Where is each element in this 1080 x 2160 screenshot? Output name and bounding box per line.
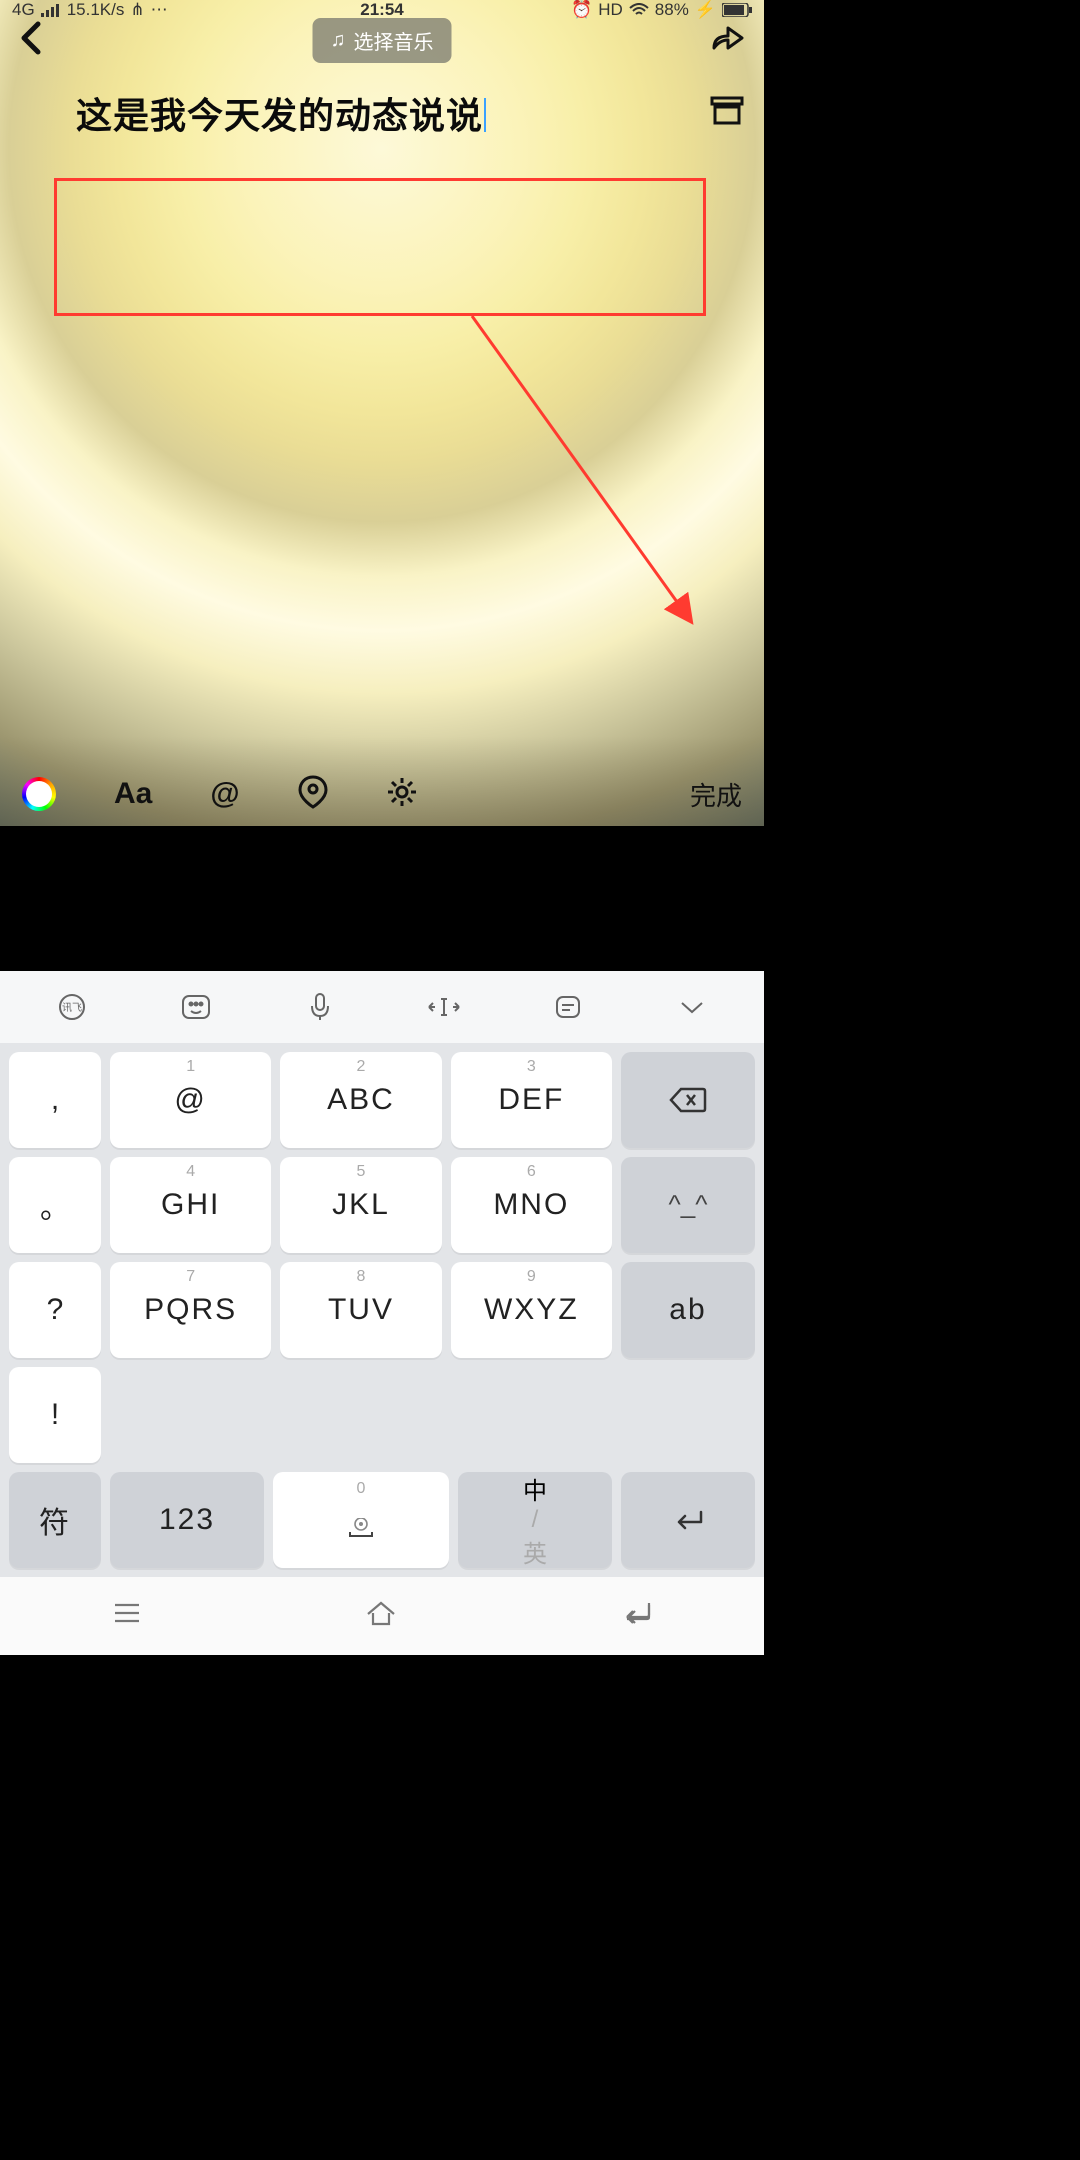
keyboard-toolbar: 讯飞 bbox=[0, 971, 764, 1043]
key-question[interactable]: ? bbox=[9, 1262, 101, 1358]
share-button[interactable] bbox=[710, 22, 746, 59]
key-exclaim[interactable]: ! bbox=[9, 1367, 101, 1463]
key-1-at[interactable]: 1@ bbox=[110, 1052, 271, 1148]
font-button[interactable]: Aa bbox=[114, 777, 152, 811]
system-navbar bbox=[0, 1577, 764, 1655]
svg-text:讯飞: 讯飞 bbox=[62, 1002, 82, 1014]
ime-logo-icon[interactable]: 讯飞 bbox=[51, 992, 93, 1022]
hide-keyboard-icon[interactable] bbox=[671, 999, 713, 1015]
keyboard: 讯飞 , 1@ 2ABC 3DEF 。 4GHI 5JKL 6MNO ^_^ ?… bbox=[0, 971, 764, 1655]
select-music-button[interactable]: ♫ 选择音乐 bbox=[313, 18, 452, 63]
key-period[interactable]: 。 bbox=[9, 1157, 101, 1253]
key-5-jkl[interactable]: 5JKL bbox=[280, 1157, 441, 1253]
key-space[interactable]: 0 bbox=[273, 1472, 449, 1568]
cursor-move-icon[interactable] bbox=[423, 995, 465, 1019]
key-ab[interactable]: ab bbox=[621, 1262, 755, 1358]
post-text-editor[interactable]: 这是我今天发的动态说说 bbox=[0, 61, 764, 145]
key-4-ghi[interactable]: 4GHI bbox=[110, 1157, 271, 1253]
nav-home-button[interactable] bbox=[364, 1600, 398, 1631]
text-cursor bbox=[484, 98, 486, 132]
key-9-wxyz[interactable]: 9WXYZ bbox=[451, 1262, 612, 1358]
key-emoticon[interactable]: ^_^ bbox=[621, 1157, 755, 1253]
clock: 21:54 bbox=[0, 0, 764, 20]
key-6-mno[interactable]: 6MNO bbox=[451, 1157, 612, 1253]
key-language[interactable]: 中/英 bbox=[458, 1472, 612, 1568]
nav-menu-button[interactable] bbox=[111, 1601, 143, 1630]
post-text: 这是我今天发的动态说说 bbox=[76, 95, 483, 136]
key-backspace[interactable] bbox=[621, 1052, 755, 1148]
key-comma[interactable]: , bbox=[9, 1052, 101, 1148]
key-8-tuv[interactable]: 8TUV bbox=[280, 1262, 441, 1358]
settings-button[interactable] bbox=[386, 776, 418, 813]
music-icon: ♫ bbox=[331, 29, 346, 52]
voice-input-icon[interactable] bbox=[299, 992, 341, 1022]
key-symbols[interactable]: 符 bbox=[9, 1472, 101, 1568]
key-enter[interactable] bbox=[621, 1472, 755, 1568]
back-button[interactable] bbox=[18, 20, 44, 61]
clipboard-icon[interactable] bbox=[547, 994, 589, 1020]
select-music-label: 选择音乐 bbox=[354, 26, 434, 55]
color-picker-button[interactable] bbox=[22, 777, 56, 811]
location-button[interactable] bbox=[298, 775, 328, 814]
key-7-pqrs[interactable]: 7PQRS bbox=[110, 1262, 271, 1358]
done-button[interactable]: 完成 bbox=[690, 776, 742, 813]
status-bar: 4G 15.1K/s ⋔ ⋯ 21:54 ⏰ HD 88% ⚡ bbox=[0, 0, 764, 20]
mention-button[interactable]: @ bbox=[210, 777, 239, 811]
keyboard-layout-icon[interactable] bbox=[175, 994, 217, 1020]
key-123[interactable]: 123 bbox=[110, 1472, 264, 1568]
key-2-abc[interactable]: 2ABC bbox=[280, 1052, 441, 1148]
key-3-def[interactable]: 3DEF bbox=[451, 1052, 612, 1148]
editor-toolbar: Aa @ 完成 bbox=[0, 762, 764, 826]
nav-back-button[interactable] bbox=[619, 1601, 653, 1630]
